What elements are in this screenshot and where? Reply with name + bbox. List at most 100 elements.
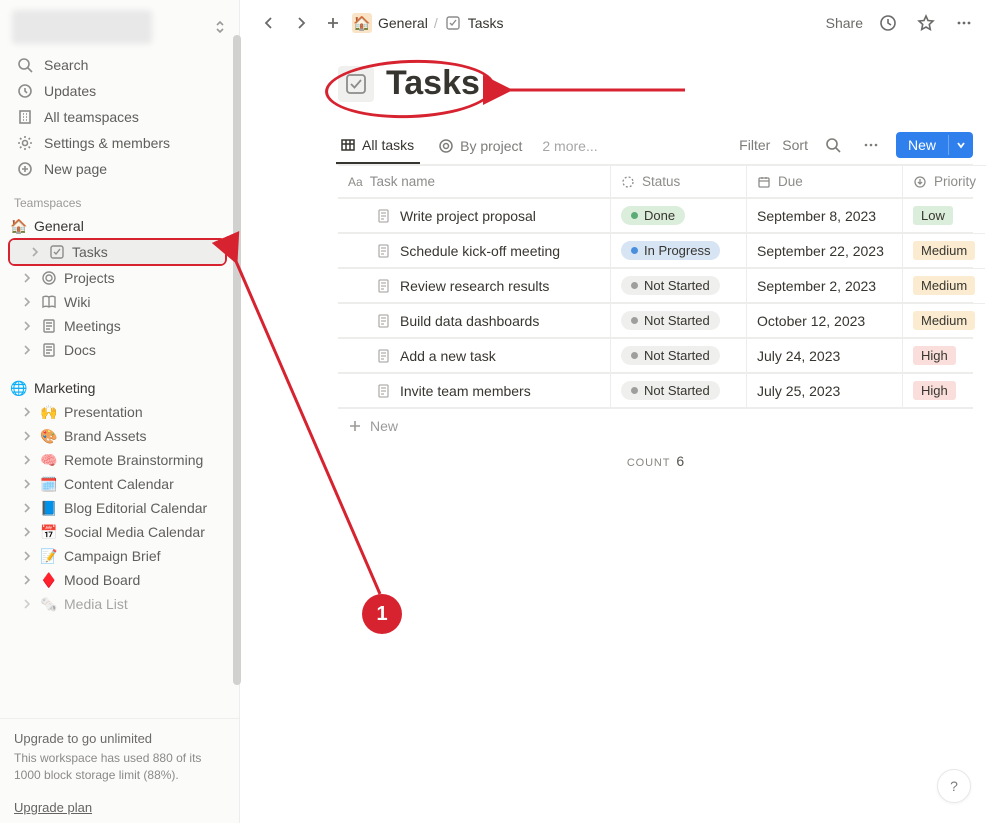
cell-status[interactable]: Not Started xyxy=(610,338,746,372)
cell-priority[interactable]: Low xyxy=(902,198,973,232)
sidebar-page-blog-editorial-calendar[interactable]: 📘Blog Editorial Calendar xyxy=(2,496,233,520)
cell-task-name[interactable]: Write project proposal xyxy=(338,198,610,232)
sidebar-item-settings[interactable]: Settings & members xyxy=(6,130,233,156)
cell-priority[interactable]: Medium xyxy=(902,268,985,302)
cell-due[interactable]: September 8, 2023 xyxy=(746,198,902,232)
cell-status[interactable]: Not Started xyxy=(610,268,746,302)
view-tab-all-tasks[interactable]: All tasks xyxy=(336,131,420,164)
page-icon[interactable] xyxy=(338,66,374,102)
chevron-right-icon[interactable] xyxy=(20,501,34,515)
cell-task-name[interactable]: Schedule kick-off meeting xyxy=(338,233,610,267)
chevron-right-icon[interactable] xyxy=(20,477,34,491)
cell-due[interactable]: September 22, 2023 xyxy=(746,233,902,267)
cell-due[interactable]: July 24, 2023 xyxy=(746,338,902,372)
page-content: 1 Tasks All tasks By project 2 more... F… xyxy=(240,44,991,479)
cell-status[interactable]: In Progress xyxy=(610,233,746,267)
cell-priority[interactable]: Medium xyxy=(902,233,985,267)
star-icon[interactable] xyxy=(913,10,939,36)
sidebar-page-campaign-brief[interactable]: 📝Campaign Brief xyxy=(2,544,233,568)
page-label: Media List xyxy=(64,596,128,612)
page-label: Projects xyxy=(64,270,115,286)
chevron-right-icon[interactable] xyxy=(20,271,34,285)
new-button-dropdown[interactable] xyxy=(948,135,973,155)
table-row[interactable]: Invite team membersNot StartedJuly 25, 2… xyxy=(338,373,973,408)
history-icon[interactable] xyxy=(875,10,901,36)
cell-status[interactable]: Not Started xyxy=(610,303,746,337)
cell-status[interactable]: Done xyxy=(610,198,746,232)
page-label: Brand Assets xyxy=(64,428,147,444)
sidebar-page-wiki[interactable]: Wiki xyxy=(2,290,233,314)
chevron-right-icon[interactable] xyxy=(20,549,34,563)
cell-due[interactable]: October 12, 2023 xyxy=(746,303,902,337)
col-task-name[interactable]: AaTask name xyxy=(338,165,610,197)
teamspace-marketing[interactable]: 🌐 Marketing xyxy=(2,376,233,400)
upgrade-plan-link[interactable]: Upgrade plan xyxy=(14,800,92,815)
col-priority[interactable]: Priority xyxy=(902,165,986,197)
chevron-right-icon[interactable] xyxy=(20,319,34,333)
col-status[interactable]: Status xyxy=(610,165,746,197)
chevron-right-icon[interactable] xyxy=(20,343,34,357)
sidebar-page-social-media-calendar[interactable]: 📅Social Media Calendar xyxy=(2,520,233,544)
filter-button[interactable]: Filter xyxy=(739,137,770,153)
cell-task-name[interactable]: Build data dashboards xyxy=(338,303,610,337)
cell-status[interactable]: Not Started xyxy=(610,373,746,407)
sidebar-page-meetings[interactable]: Meetings xyxy=(2,314,233,338)
nav-back-button[interactable] xyxy=(256,10,282,36)
sidebar-page-brand-assets[interactable]: 🎨Brand Assets xyxy=(2,424,233,448)
cell-priority[interactable]: High xyxy=(902,338,973,372)
new-button[interactable]: New xyxy=(896,132,973,158)
new-button-label[interactable]: New xyxy=(896,132,948,158)
table-row[interactable]: Add a new taskNot StartedJuly 24, 2023Hi… xyxy=(338,338,973,373)
teamspace-general[interactable]: 🏠 General xyxy=(2,214,233,238)
sidebar-page-remote-brainstorming[interactable]: 🧠Remote Brainstorming xyxy=(2,448,233,472)
table-row[interactable]: Write project proposalDoneSeptember 8, 2… xyxy=(338,198,973,233)
table-row[interactable]: Review research resultsNot StartedSeptem… xyxy=(338,268,973,303)
nav-forward-button[interactable] xyxy=(288,10,314,36)
views-more[interactable]: 2 more... xyxy=(542,132,597,163)
chevron-updown-icon[interactable] xyxy=(211,18,229,36)
more-icon[interactable] xyxy=(858,132,884,158)
chevron-right-icon[interactable] xyxy=(20,429,34,443)
sidebar-page-media-list[interactable]: 🗞️Media List xyxy=(2,592,233,616)
cell-task-name[interactable]: Invite team members xyxy=(338,373,610,407)
view-tab-by-project[interactable]: By project xyxy=(434,132,528,163)
table-row[interactable]: Build data dashboardsNot StartedOctober … xyxy=(338,303,973,338)
sidebar-page-presentation[interactable]: 🙌Presentation xyxy=(2,400,233,424)
share-button[interactable]: Share xyxy=(826,15,863,31)
breadcrumb-general[interactable]: General xyxy=(378,15,428,31)
sidebar-item-updates[interactable]: Updates xyxy=(6,78,233,104)
sidebar-page-tasks[interactable]: Tasks xyxy=(10,240,225,264)
cell-priority[interactable]: Medium xyxy=(902,303,985,337)
add-row-button[interactable]: New xyxy=(338,408,973,443)
chevron-right-icon[interactable] xyxy=(20,295,34,309)
sort-button[interactable]: Sort xyxy=(782,137,808,153)
cell-task-name[interactable]: Review research results xyxy=(338,268,610,302)
sidebar-item-new-page[interactable]: New page xyxy=(6,156,233,182)
more-icon[interactable] xyxy=(951,10,977,36)
chevron-right-icon[interactable] xyxy=(28,245,42,259)
workspace-switcher[interactable] xyxy=(0,0,239,50)
page-title[interactable]: Tasks xyxy=(386,64,480,103)
chevron-right-icon[interactable] xyxy=(20,405,34,419)
breadcrumb-tasks[interactable]: Tasks xyxy=(468,15,504,31)
cell-task-name[interactable]: Add a new task xyxy=(338,338,610,372)
chevron-right-icon[interactable] xyxy=(20,525,34,539)
chevron-right-icon[interactable] xyxy=(20,453,34,467)
sidebar-page-docs[interactable]: Docs xyxy=(2,338,233,362)
sidebar-item-search[interactable]: Search xyxy=(6,52,233,78)
new-tab-button[interactable] xyxy=(320,10,346,36)
table-row[interactable]: Schedule kick-off meetingIn ProgressSept… xyxy=(338,233,973,268)
sidebar-page-projects[interactable]: Projects xyxy=(2,266,233,290)
sidebar-item-all-teamspaces[interactable]: All teamspaces xyxy=(6,104,233,130)
cell-due[interactable]: September 2, 2023 xyxy=(746,268,902,302)
chevron-right-icon[interactable] xyxy=(20,597,34,611)
sidebar-page-content-calendar[interactable]: 🗓️Content Calendar xyxy=(2,472,233,496)
cell-priority[interactable]: High xyxy=(902,373,973,407)
chevron-right-icon[interactable] xyxy=(20,573,34,587)
checkbox-icon xyxy=(444,14,462,32)
sidebar-page-mood-board[interactable]: ♦️Mood Board xyxy=(2,568,233,592)
col-due[interactable]: Due xyxy=(746,165,902,197)
cell-due[interactable]: July 25, 2023 xyxy=(746,373,902,407)
help-button[interactable]: ? xyxy=(937,769,971,803)
search-icon[interactable] xyxy=(820,132,846,158)
